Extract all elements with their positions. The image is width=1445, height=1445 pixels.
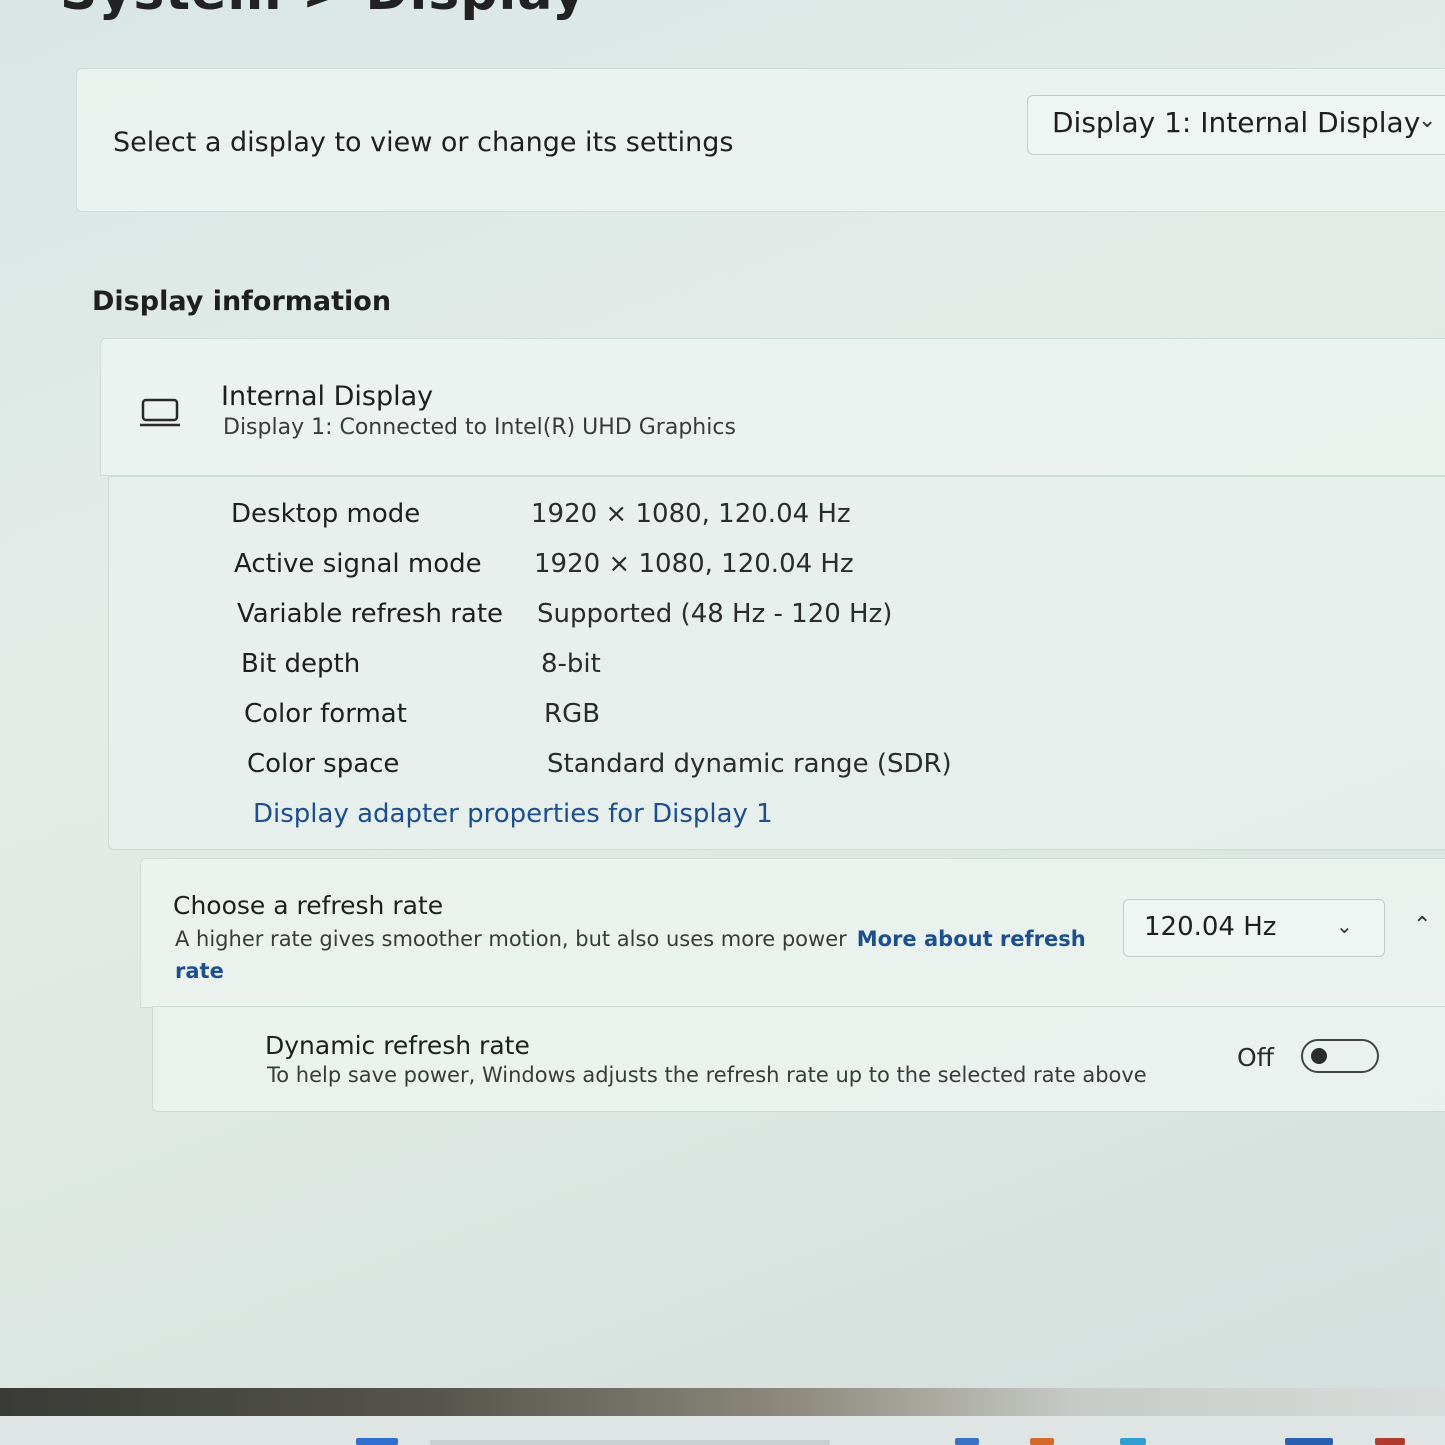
display-info-expander[interactable]: Internal Display Display 1: Connected to… (100, 338, 1445, 476)
taskbar (0, 1416, 1445, 1445)
refresh-rate-description-text: A higher rate gives smoother motion, but… (175, 927, 847, 951)
search-box[interactable] (430, 1440, 830, 1445)
taskbar-app-icon[interactable] (1030, 1438, 1054, 1445)
start-icon[interactable] (356, 1438, 398, 1445)
property-label: Color format (244, 699, 407, 729)
dynamic-refresh-card: Dynamic refresh rate To help save power,… (152, 1006, 1445, 1112)
display-select-value: Display 1: Internal Display (1052, 106, 1421, 139)
refresh-rate-dropdown[interactable]: 120.04 Hz ⌄ (1123, 899, 1385, 957)
display-connection: Display 1: Connected to Intel(R) UHD Gra… (223, 415, 736, 440)
chevron-down-icon: ⌄ (1336, 914, 1353, 938)
property-label: Bit depth (241, 649, 361, 679)
taskbar-app-icon[interactable] (955, 1438, 979, 1445)
dynamic-refresh-toggle[interactable] (1301, 1039, 1379, 1073)
refresh-rate-card: Choose a refresh rate A higher rate give… (140, 858, 1445, 1008)
refresh-rate-description: A higher rate gives smoother motion, but… (175, 923, 1095, 987)
select-display-card: Select a display to view or change its s… (76, 68, 1445, 212)
display-adapter-properties-link[interactable]: Display adapter properties for Display 1 (253, 799, 773, 829)
taskbar-app-icon[interactable] (1375, 1438, 1405, 1445)
laptop-icon (140, 398, 180, 427)
display-name: Internal Display (221, 381, 434, 412)
taskbar-app-icon[interactable] (1285, 1438, 1333, 1445)
display-select-dropdown[interactable]: Display 1: Internal Display ⌄ (1027, 95, 1445, 155)
display-properties-panel: Desktop mode 1920 × 1080, 120.04 Hz Acti… (108, 476, 1445, 850)
display-information-heading: Display information (92, 286, 392, 317)
property-label: Color space (247, 749, 400, 779)
page-title: System > Display (60, 0, 587, 22)
property-value: Standard dynamic range (SDR) (547, 749, 952, 779)
property-label: Desktop mode (231, 499, 421, 529)
property-value: RGB (544, 699, 601, 729)
taskbar-app-icon[interactable] (1120, 1438, 1146, 1445)
dynamic-refresh-title: Dynamic refresh rate (265, 1031, 530, 1060)
chevron-up-icon[interactable]: ⌃ (1413, 913, 1431, 938)
chevron-down-icon: ⌄ (1418, 108, 1437, 133)
property-label: Active signal mode (234, 549, 482, 579)
property-label: Variable refresh rate (237, 599, 504, 629)
property-value: 8-bit (541, 649, 601, 679)
refresh-rate-value: 120.04 Hz (1144, 912, 1277, 942)
property-value: 1920 × 1080, 120.04 Hz (531, 499, 851, 529)
toggle-state-label: Off (1237, 1043, 1274, 1072)
refresh-rate-title: Choose a refresh rate (173, 891, 444, 920)
toggle-knob (1311, 1048, 1327, 1064)
property-value: Supported (48 Hz - 120 Hz) (537, 599, 893, 629)
select-display-label: Select a display to view or change its s… (113, 127, 734, 158)
property-value: 1920 × 1080, 120.04 Hz (534, 549, 854, 579)
dynamic-refresh-description: To help save power, Windows adjusts the … (267, 1063, 1147, 1087)
